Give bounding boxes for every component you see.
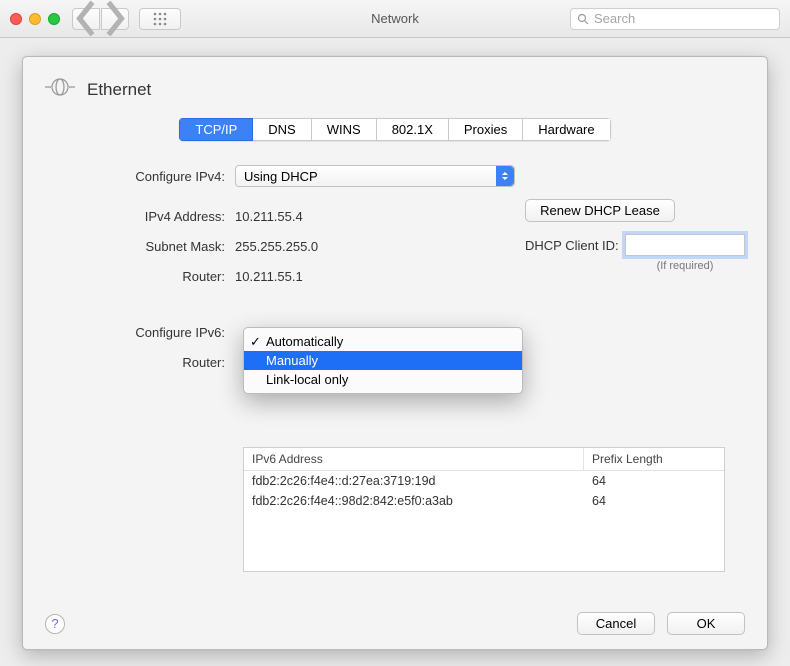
window-controls bbox=[10, 13, 60, 25]
nav-buttons bbox=[72, 8, 129, 30]
cancel-button[interactable]: Cancel bbox=[577, 612, 655, 635]
ipv4-router-label: Router: bbox=[45, 269, 235, 284]
col-prefix-length: Prefix Length bbox=[584, 448, 724, 470]
search-input[interactable]: Search bbox=[570, 8, 780, 30]
minimize-icon[interactable] bbox=[29, 13, 41, 25]
tab-dns[interactable]: DNS bbox=[253, 118, 311, 141]
cell-prefix: 64 bbox=[584, 471, 724, 491]
configure-ipv6-label: Configure IPv6: bbox=[45, 325, 235, 340]
col-ipv6-address: IPv6 Address bbox=[244, 448, 584, 470]
titlebar: Network Search bbox=[0, 0, 790, 38]
ipv6-option-link-local[interactable]: Link-local only bbox=[244, 370, 522, 389]
chevron-updown-icon bbox=[496, 166, 514, 186]
subnet-mask-label: Subnet Mask: bbox=[45, 239, 235, 254]
tab-tcpip[interactable]: TCP/IP bbox=[179, 118, 253, 141]
forward-button[interactable] bbox=[101, 8, 129, 30]
window-title: Network bbox=[371, 11, 419, 26]
cell-prefix: 64 bbox=[584, 491, 724, 511]
ipv4-router-value: 10.211.55.1 bbox=[235, 269, 303, 284]
configure-ipv6-dropdown[interactable]: Automatically Manually Link-local only bbox=[243, 327, 523, 394]
tab-hardware[interactable]: Hardware bbox=[523, 118, 610, 141]
cell-ipv6-address: fdb2:2c26:f4e4::98d2:842:e5f0:a3ab bbox=[244, 491, 584, 511]
dhcp-client-id-label: DHCP Client ID: bbox=[525, 238, 619, 253]
ipv4-address-value: 10.211.55.4 bbox=[235, 209, 303, 224]
ipv6-router-label: Router: bbox=[45, 355, 235, 370]
ipv6-option-manually[interactable]: Manually bbox=[244, 351, 522, 370]
cell-ipv6-address: fdb2:2c26:f4e4::d:27ea:3719:19d bbox=[244, 471, 584, 491]
configure-ipv4-select[interactable]: Using DHCP bbox=[235, 165, 515, 187]
tab-proxies[interactable]: Proxies bbox=[449, 118, 523, 141]
ipv4-address-label: IPv4 Address: bbox=[45, 209, 235, 224]
ipv6-address-table: IPv6 Address Prefix Length fdb2:2c26:f4e… bbox=[243, 447, 725, 572]
sheet-header: Ethernet bbox=[45, 75, 745, 104]
close-icon[interactable] bbox=[10, 13, 22, 25]
search-icon bbox=[577, 13, 589, 25]
ethernet-icon bbox=[45, 75, 75, 104]
tab-bar: TCP/IP DNS WINS 802.1X Proxies Hardware bbox=[45, 118, 745, 141]
search-placeholder: Search bbox=[594, 11, 635, 26]
renew-dhcp-button[interactable]: Renew DHCP Lease bbox=[525, 199, 675, 222]
interface-title: Ethernet bbox=[87, 80, 151, 100]
dhcp-client-id-input[interactable] bbox=[625, 234, 745, 256]
tab-8021x[interactable]: 802.1X bbox=[377, 118, 449, 141]
table-row: fdb2:2c26:f4e4::d:27ea:3719:19d 64 bbox=[244, 471, 724, 491]
sheet-footer: ? Cancel OK bbox=[45, 612, 745, 635]
subnet-mask-value: 255.255.255.0 bbox=[235, 239, 318, 254]
table-header: IPv6 Address Prefix Length bbox=[244, 448, 724, 471]
configure-ipv4-value: Using DHCP bbox=[244, 169, 318, 184]
table-row: fdb2:2c26:f4e4::98d2:842:e5f0:a3ab 64 bbox=[244, 491, 724, 511]
tab-wins[interactable]: WINS bbox=[312, 118, 377, 141]
dhcp-side: Renew DHCP Lease DHCP Client ID: (If req… bbox=[525, 199, 745, 272]
configure-ipv4-label: Configure IPv4: bbox=[45, 169, 235, 184]
form-area: Configure IPv4: Using DHCP IPv4 Address:… bbox=[45, 161, 745, 572]
ipv6-option-automatically[interactable]: Automatically bbox=[244, 332, 522, 351]
settings-sheet: Ethernet TCP/IP DNS WINS 802.1X Proxies … bbox=[22, 56, 768, 650]
ok-button[interactable]: OK bbox=[667, 612, 745, 635]
zoom-icon[interactable] bbox=[48, 13, 60, 25]
help-button[interactable]: ? bbox=[45, 614, 65, 634]
show-all-button[interactable] bbox=[139, 8, 181, 30]
dhcp-client-id-hint: (If required) bbox=[625, 260, 745, 272]
back-button[interactable] bbox=[72, 8, 100, 30]
